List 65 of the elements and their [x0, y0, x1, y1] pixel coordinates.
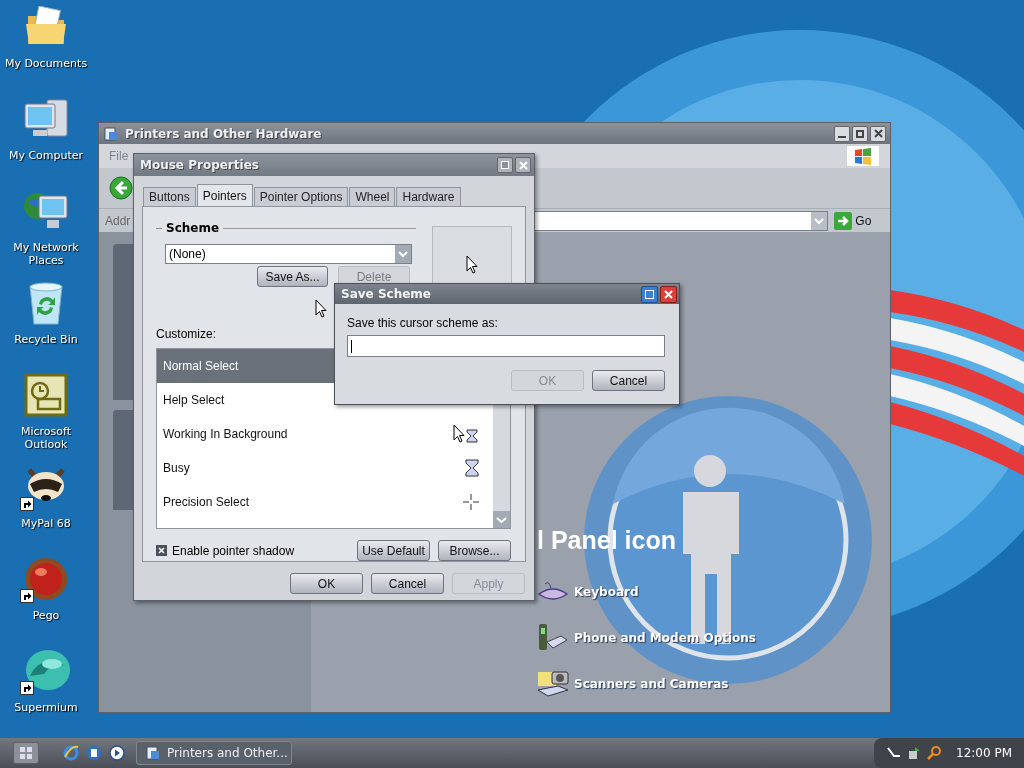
- desktop-icon-label[interactable]: My Documents: [1, 57, 91, 70]
- cursor-row[interactable]: Precision Select: [157, 485, 493, 519]
- address-label: Addr: [105, 212, 131, 230]
- taskbar-button[interactable]: Printers and Other...: [136, 741, 292, 765]
- grid-icon: [20, 747, 32, 759]
- desktop-icon-label[interactable]: MyPal 68: [1, 517, 91, 530]
- desktop-icon-label[interactable]: Microsoft Outlook: [1, 425, 91, 451]
- close-button[interactable]: [870, 125, 886, 142]
- go-button[interactable]: Go: [832, 211, 874, 230]
- close-button[interactable]: [515, 157, 531, 173]
- hourglass-icon: [465, 459, 479, 477]
- close-icon: [873, 129, 883, 138]
- clock: 12:00 PM: [956, 745, 1012, 762]
- browse-button[interactable]: Browse...: [438, 540, 511, 561]
- scanner-camera-icon: [536, 668, 570, 700]
- window-icon: [145, 745, 161, 761]
- safely-remove-icon[interactable]: [906, 745, 922, 761]
- desktop-icon-label[interactable]: Pego: [1, 609, 91, 622]
- arrow-hourglass-icon: [453, 424, 479, 444]
- desktop-icon-label[interactable]: My Computer: [1, 149, 91, 162]
- shadow-checkbox[interactable]: [156, 545, 167, 556]
- group-label: Scheme: [166, 220, 220, 237]
- scheme-dropdown[interactable]: (None): [165, 244, 412, 264]
- tab[interactable]: Wheel: [349, 187, 396, 206]
- search-icon[interactable]: [926, 745, 942, 761]
- tab[interactable]: Buttons: [143, 187, 196, 206]
- back-button[interactable]: [109, 176, 133, 200]
- start-button[interactable]: [13, 742, 39, 764]
- tab[interactable]: Pointer Options: [253, 187, 349, 206]
- desktop-icon-label[interactable]: Supermium: [1, 701, 91, 714]
- cursor-row[interactable]: Busy: [157, 451, 493, 485]
- dialog-button[interactable]: OK: [290, 573, 363, 594]
- minimize-button[interactable]: [834, 125, 850, 142]
- browser-icon[interactable]: [63, 745, 79, 761]
- customize-label: Customize:: [156, 326, 217, 343]
- media-player-icon[interactable]: [109, 745, 125, 761]
- use-default-button[interactable]: Use Default: [357, 540, 430, 561]
- save-as-button[interactable]: Save As...: [257, 266, 328, 287]
- desktop-icon-label[interactable]: Recycle Bin: [1, 333, 91, 346]
- dialog-title: Save Scheme: [341, 286, 431, 303]
- crosshair-icon: [463, 494, 479, 510]
- close-button[interactable]: [660, 285, 677, 303]
- tab[interactable]: Pointers: [196, 184, 253, 206]
- dialog-title: Mouse Properties: [140, 157, 259, 174]
- dialog-button[interactable]: Cancel: [371, 573, 444, 594]
- scroll-down-icon: [493, 511, 510, 528]
- cursor-row[interactable]: Working In Background: [157, 417, 493, 451]
- document-icon[interactable]: [86, 745, 102, 761]
- window-title: Printers and Other Hardware: [125, 125, 322, 143]
- help-button[interactable]: [641, 285, 658, 303]
- arrow-icon: [466, 255, 478, 274]
- check-icon: [158, 547, 165, 554]
- tab[interactable]: Hardware: [396, 187, 461, 206]
- desktop-icon-label[interactable]: My Network Places: [1, 241, 91, 267]
- mail-clock-icon: [24, 373, 68, 417]
- prompt-label: Save this cursor scheme as:: [347, 316, 499, 330]
- windows-logo-icon: [846, 145, 880, 167]
- close-icon: [664, 289, 673, 299]
- help-button[interactable]: [497, 157, 513, 173]
- maximize-button[interactable]: [852, 125, 868, 142]
- checkbox-label: Enable pointer shadow: [172, 542, 295, 560]
- close-icon: [518, 160, 528, 170]
- dialog-button[interactable]: Cancel: [592, 370, 665, 391]
- mouse-pointer-icon: [315, 299, 327, 318]
- window-icon: [103, 125, 119, 142]
